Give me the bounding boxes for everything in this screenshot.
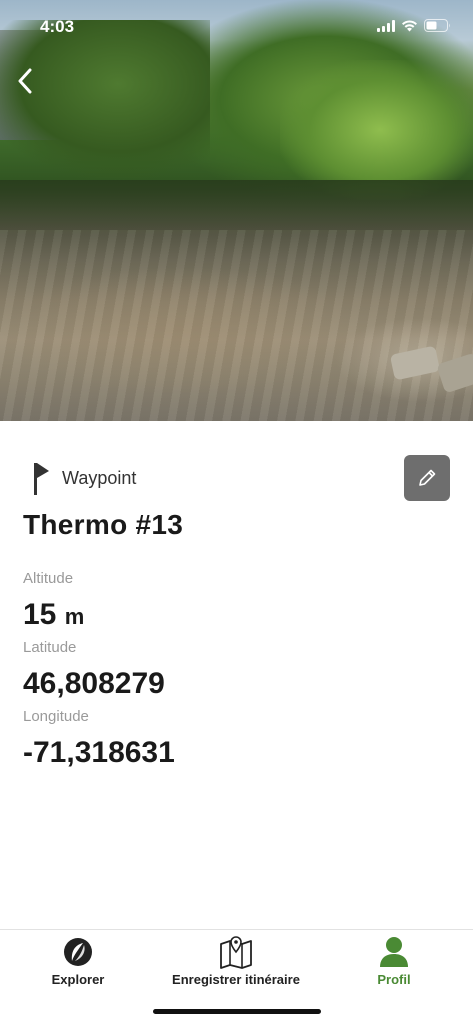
waypoint-title: Thermo #13 — [23, 509, 184, 540]
altitude-value: 15 m — [23, 598, 84, 632]
pencil-icon — [419, 469, 436, 486]
compass-leaf-icon — [64, 938, 92, 966]
person-icon — [380, 937, 408, 967]
status-icons — [377, 19, 451, 32]
altitude-unit: m — [64, 604, 85, 629]
waypoint-photo — [0, 0, 473, 421]
cellular-signal-icon — [377, 19, 395, 32]
latitude-label: Latitude — [23, 639, 77, 656]
home-indicator — [153, 1009, 321, 1014]
battery-icon — [424, 19, 451, 32]
altitude-number: 15 — [23, 598, 57, 631]
waypoint-details: Waypoint Thermo #13 Altitude 15 m Latitu… — [0, 421, 473, 929]
longitude-label: Longitude — [23, 708, 89, 725]
longitude-value: -71,318631 — [23, 736, 175, 769]
chevron-left-icon — [18, 68, 32, 94]
tab-record-route-label: Enregistrer itinéraire — [172, 972, 300, 987]
edit-button[interactable] — [404, 455, 450, 501]
tab-explorer-label: Explorer — [51, 972, 105, 987]
tab-record-route[interactable]: Enregistrer itinéraire — [165, 930, 307, 996]
tab-explorer[interactable]: Explorer — [40, 930, 116, 996]
status-time: 4:03 — [40, 17, 75, 36]
status-bar: 4:03 — [0, 0, 473, 54]
map-pin-icon — [220, 936, 252, 969]
latitude-value: 46,808279 — [23, 667, 165, 700]
waypoint-type-label: Waypoint — [62, 467, 137, 488]
flag-icon — [34, 463, 49, 495]
wifi-icon — [401, 19, 418, 32]
back-button[interactable] — [10, 64, 40, 98]
tab-profil-label: Profil — [377, 972, 411, 987]
waypoint-type: Waypoint — [28, 461, 136, 495]
tab-profil[interactable]: Profil — [362, 930, 426, 996]
altitude-label: Altitude — [23, 570, 74, 587]
